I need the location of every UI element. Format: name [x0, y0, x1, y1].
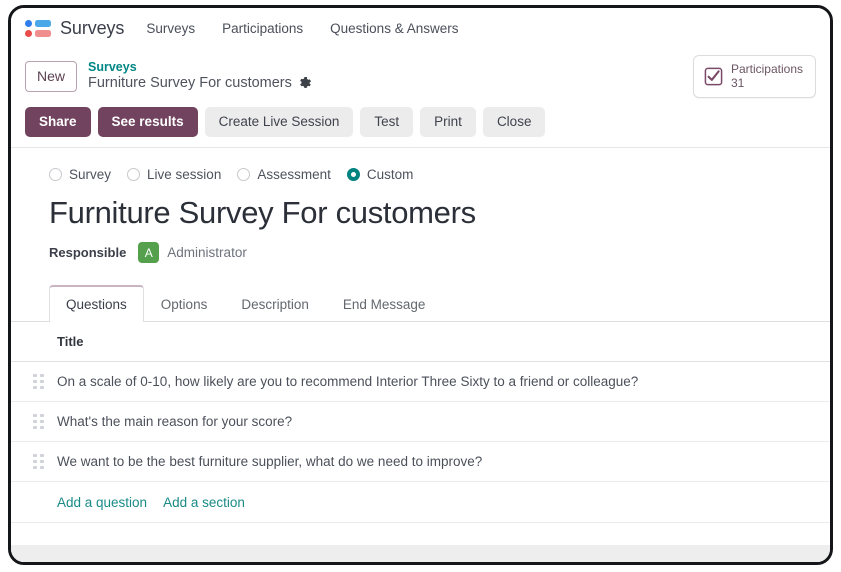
test-button[interactable]: Test	[360, 106, 414, 138]
responsible-value[interactable]: A Administrator	[138, 242, 247, 264]
nav-surveys[interactable]: Surveys	[146, 21, 195, 36]
avatar: A	[138, 242, 160, 264]
question-title: On a scale of 0-10, how likely are you t…	[57, 374, 639, 390]
gear-icon[interactable]	[299, 77, 312, 90]
control-panel-left: New Surveys Furniture Survey For custome…	[25, 60, 312, 92]
app-brand-name[interactable]: Surveys	[60, 18, 124, 39]
table-row[interactable]: What's the main reason for your score?	[11, 402, 830, 443]
checkbox-checked-icon	[704, 67, 723, 86]
breadcrumb-current-wrap: Furniture Survey For customers	[88, 75, 312, 92]
column-header-title: Title	[57, 334, 84, 350]
form-sheet: Survey Live session Assessment Custom Fu…	[11, 147, 830, 545]
window-content: Surveys Surveys Participations Questions…	[11, 8, 830, 562]
nav-questions-answers[interactable]: Questions & Answers	[330, 21, 458, 36]
new-button[interactable]: New	[25, 60, 78, 92]
participations-stat-text: Participations 31	[731, 62, 803, 91]
radio-live-session[interactable]: Live session	[127, 167, 221, 182]
sheet-empty-space	[11, 522, 830, 545]
survey-type-radio-group: Survey Live session Assessment Custom	[11, 167, 830, 182]
radio-assessment-circle-icon[interactable]	[237, 168, 251, 182]
see-results-button[interactable]: See results	[97, 106, 198, 138]
questions-table-footer: Add a question Add a section	[11, 482, 830, 523]
tab-description[interactable]: Description	[224, 285, 326, 322]
top-navbar: Surveys Surveys Participations Questions…	[11, 8, 830, 49]
participations-stat-value: 31	[730, 76, 745, 91]
add-a-question-link[interactable]: Add a question	[57, 495, 147, 510]
question-title: What's the main reason for your score?	[57, 414, 293, 430]
share-button[interactable]: Share	[25, 106, 91, 138]
radio-assessment[interactable]: Assessment	[237, 167, 331, 182]
action-buttons-bar: Share See results Create Live Session Te…	[11, 101, 830, 148]
nav-participations[interactable]: Participations	[222, 21, 303, 36]
close-button[interactable]: Close	[482, 106, 546, 138]
drag-handle-icon[interactable]	[33, 374, 44, 390]
responsible-name: Administrator	[167, 245, 247, 261]
question-title: We want to be the best furniture supplie…	[57, 454, 483, 470]
create-live-session-button[interactable]: Create Live Session	[204, 106, 354, 138]
radio-live-session-label: Live session	[147, 167, 222, 183]
drag-handle-icon[interactable]	[33, 454, 44, 470]
table-row[interactable]: We want to be the best furniture supplie…	[11, 442, 830, 483]
logo-bar-blue	[35, 20, 51, 27]
radio-custom-label: Custom	[366, 167, 414, 183]
tab-end-message[interactable]: End Message	[326, 285, 443, 322]
browser-window: Surveys Surveys Participations Questions…	[8, 5, 833, 565]
window-footer-strip	[11, 545, 830, 562]
responsible-label: Responsible	[49, 245, 127, 261]
logo-dot-blue	[25, 20, 32, 27]
surveys-logo-icon	[25, 20, 51, 37]
notebook-tabs: Questions Options Description End Messag…	[11, 285, 830, 323]
page-title[interactable]: Furniture Survey For customers	[11, 194, 830, 233]
responsible-field: Responsible A Administrator	[11, 242, 830, 264]
radio-assessment-label: Assessment	[257, 167, 331, 183]
control-panel-top-row: New Surveys Furniture Survey For custome…	[25, 55, 816, 98]
drag-handle-icon[interactable]	[33, 414, 44, 430]
participations-stat-button[interactable]: Participations 31	[692, 55, 816, 98]
breadcrumb-current-record: Furniture Survey For customers	[88, 75, 292, 92]
radio-custom[interactable]: Custom	[346, 167, 414, 183]
sheet-scroll-area: Survey Live session Assessment Custom Fu…	[11, 147, 830, 545]
radio-survey-label: Survey	[69, 167, 112, 183]
logo-dot-red	[25, 30, 32, 37]
breadcrumb-parent-surveys[interactable]: Surveys	[88, 60, 312, 75]
print-button[interactable]: Print	[420, 106, 476, 138]
questions-table-header: Title	[11, 322, 830, 363]
radio-survey[interactable]: Survey	[49, 167, 111, 182]
tab-questions[interactable]: Questions	[49, 285, 144, 323]
radio-live-session-circle-icon[interactable]	[127, 168, 141, 182]
questions-table: Title On a scale of 0-10, how likely are…	[11, 322, 830, 523]
logo-bar-pink	[35, 30, 51, 37]
add-a-section-link[interactable]: Add a section	[163, 495, 245, 510]
control-panel: New Surveys Furniture Survey For custome…	[11, 49, 830, 102]
radio-survey-circle-icon[interactable]	[49, 168, 62, 182]
screenshot-root: Surveys Surveys Participations Questions…	[0, 0, 841, 572]
radio-custom-circle-icon[interactable]	[346, 168, 360, 182]
participations-stat-label: Participations	[730, 62, 803, 76]
tab-options[interactable]: Options	[144, 285, 225, 322]
breadcrumb: Surveys Furniture Survey For customers	[88, 60, 312, 92]
table-row[interactable]: On a scale of 0-10, how likely are you t…	[11, 362, 830, 403]
